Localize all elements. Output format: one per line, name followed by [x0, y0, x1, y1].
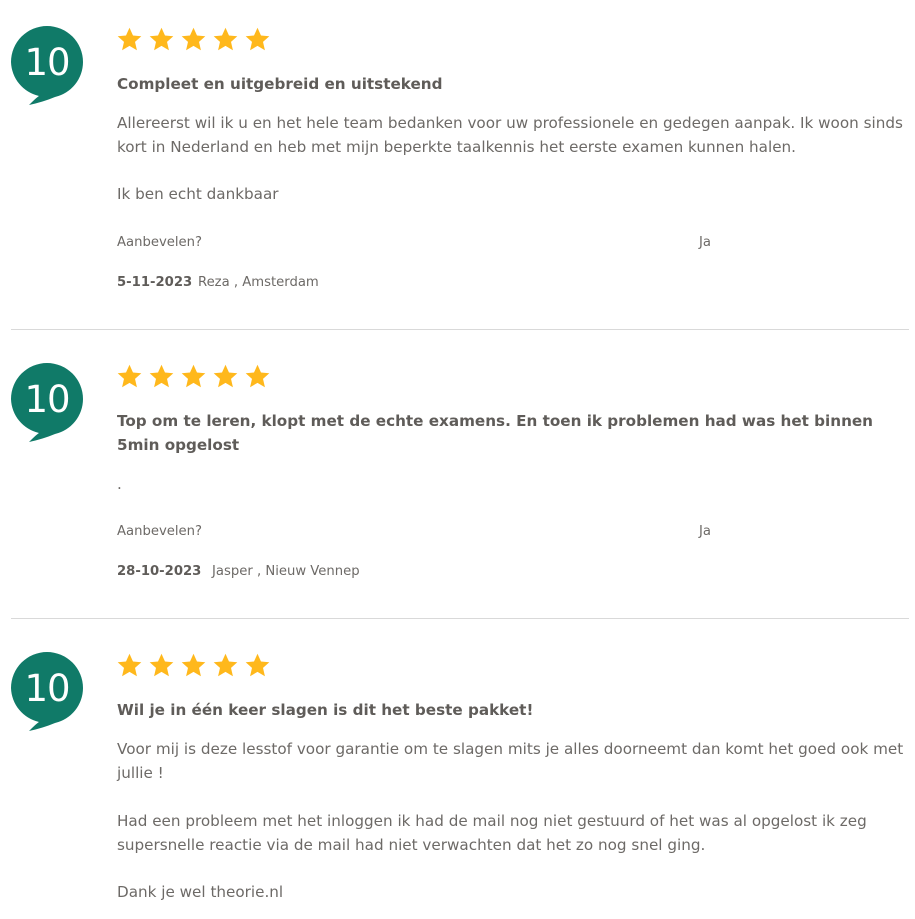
recommend-label: Aanbevelen? [117, 235, 202, 250]
review-title: Wil je in één keer slagen is dit het bes… [117, 701, 534, 719]
recommend-label: Aanbevelen? [117, 524, 202, 539]
star-icon [213, 364, 238, 388]
score-value: 10 [24, 378, 70, 421]
score-value: 10 [24, 41, 70, 84]
star-icon [149, 364, 174, 388]
review-title: Top om te leren, klopt met de echte exam… [117, 412, 873, 454]
star-rating [116, 26, 271, 54]
star-icon [117, 653, 142, 677]
review-paragraph: Allereerst wil ik u en het hele team bed… [117, 114, 903, 156]
recommend-value: Ja [699, 524, 711, 539]
review-author: Jasper , Nieuw Vennep [212, 564, 360, 579]
star-rating [116, 652, 271, 680]
star-icon [245, 653, 270, 677]
star-icon [149, 653, 174, 677]
score-badge: 10 [11, 26, 85, 105]
score-badge: 10 [11, 652, 85, 731]
star-icon [117, 364, 142, 388]
review-author: Reza , Amsterdam [198, 275, 319, 290]
star-icon [117, 27, 142, 51]
star-icon [213, 27, 238, 51]
star-icon [245, 27, 270, 51]
review-paragraph: Ik ben echt dankbaar [117, 185, 279, 203]
star-icon [149, 27, 174, 51]
review-paragraph: Dank je wel theorie.nl [117, 883, 284, 901]
star-icon [181, 27, 206, 51]
review-title: Compleet en uitgebreid en uitstekend [117, 75, 443, 93]
star-icon [245, 364, 270, 388]
review-divider [11, 618, 909, 619]
review-paragraph: Had een probleem met het inloggen ik had… [117, 812, 867, 854]
review-date: 5-11-2023 [117, 275, 193, 290]
star-rating [116, 363, 271, 391]
star-icon [181, 653, 206, 677]
review-paragraph: Voor mij is deze lesstof voor garantie o… [117, 740, 904, 782]
star-icon [181, 364, 206, 388]
recommend-value: Ja [699, 235, 711, 250]
review-divider [11, 329, 909, 330]
score-badge: 10 [11, 363, 85, 442]
score-value: 10 [24, 667, 70, 710]
review-paragraph: . [117, 475, 122, 493]
star-icon [213, 653, 238, 677]
review-date: 28-10-2023 [117, 564, 202, 579]
